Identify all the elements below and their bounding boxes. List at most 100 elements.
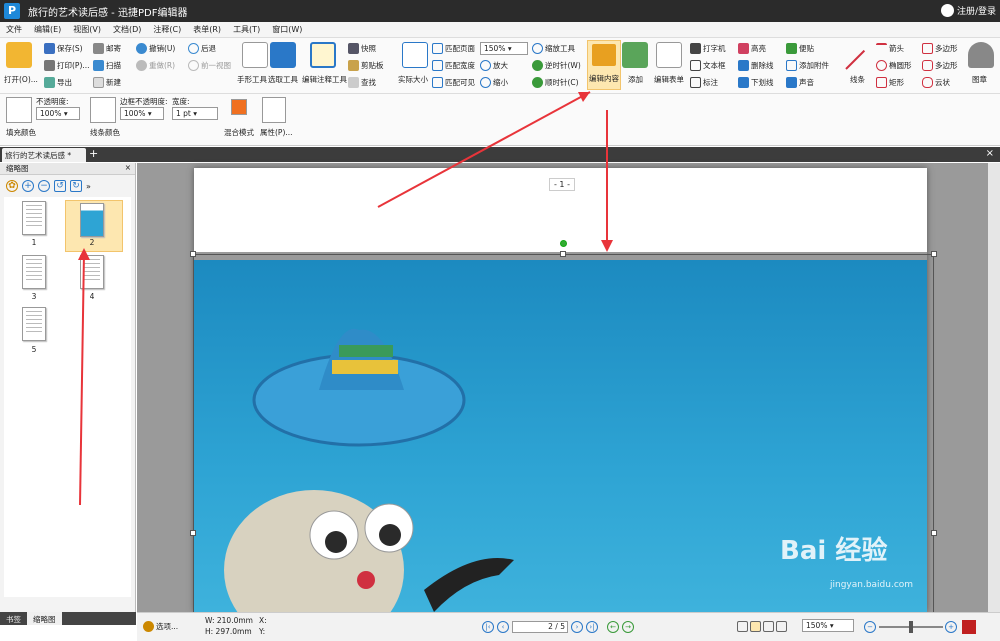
menu-edit[interactable]: 编辑(E): [28, 24, 67, 35]
open-button[interactable]: 打开(O)...: [4, 74, 38, 85]
menu-comment[interactable]: 注释(C): [147, 24, 187, 35]
zoom-slider-handle[interactable]: [909, 621, 913, 633]
forward-button[interactable]: 前一视图: [188, 60, 231, 71]
back-view-icon[interactable]: ←: [607, 621, 619, 633]
sticky-note-button[interactable]: 便贴: [786, 43, 814, 54]
blend-mode-icon[interactable]: [231, 99, 247, 115]
facing-continuous-icon[interactable]: [776, 621, 787, 632]
fill-color-button[interactable]: 填充颜色: [6, 127, 36, 138]
zoom-select[interactable]: 150% ▾: [480, 42, 528, 55]
thumbnail-page[interactable]: [22, 255, 46, 289]
fit-page-button[interactable]: 匹配页面: [432, 43, 475, 54]
forward-view-icon[interactable]: →: [622, 621, 634, 633]
prev-page-icon[interactable]: ‹: [497, 621, 509, 633]
select-tool-button[interactable]: 选取工具: [268, 74, 298, 85]
tab-bookmarks[interactable]: 书签: [0, 612, 27, 625]
strikeout-button[interactable]: 删除线: [738, 60, 774, 71]
next-page-icon[interactable]: ›: [571, 621, 583, 633]
rotate-handle[interactable]: [560, 240, 567, 247]
mail-button[interactable]: 邮寄: [93, 43, 121, 54]
properties-button[interactable]: 属性(P)...: [260, 127, 293, 138]
continuous-page-icon[interactable]: [750, 621, 761, 632]
edit-form-icon[interactable]: [656, 42, 682, 68]
redo-button[interactable]: 重做(R): [136, 60, 175, 71]
new-button[interactable]: 新建: [93, 77, 121, 88]
zoom-out-thumb-icon[interactable]: −: [38, 180, 50, 192]
thumbnail-page[interactable]: [22, 201, 46, 235]
tab-thumbnails[interactable]: 缩略图: [27, 612, 62, 625]
export-button[interactable]: 导出: [44, 77, 72, 88]
menu-file[interactable]: 文件: [0, 24, 28, 35]
close-icon[interactable]: ×: [125, 163, 131, 172]
add-button[interactable]: 添加: [628, 74, 643, 85]
resize-handle[interactable]: [931, 251, 937, 257]
thumbnail-page-selected[interactable]: [80, 203, 104, 237]
cloud-button[interactable]: 云状: [922, 77, 950, 88]
edit-annotation-button[interactable]: 编辑注释工具: [302, 74, 347, 85]
resize-handle[interactable]: [560, 251, 566, 257]
menu-tools[interactable]: 工具(T): [227, 24, 266, 35]
width-select[interactable]: 1 pt ▾: [172, 107, 218, 120]
zoom-in-button[interactable]: 放大: [480, 60, 508, 71]
find-button[interactable]: 查找: [348, 77, 376, 88]
selection-frame[interactable]: [193, 254, 934, 624]
save-button[interactable]: 保存(S): [44, 43, 83, 54]
opacity-select[interactable]: 100% ▾: [36, 107, 80, 120]
menu-window[interactable]: 窗口(W): [266, 24, 308, 35]
edit-content-button[interactable]: 编辑内容: [587, 40, 621, 90]
pdf-icon[interactable]: [962, 620, 976, 634]
rectangle-button[interactable]: 矩形: [876, 77, 904, 88]
thumbnail-page[interactable]: [80, 255, 104, 289]
blend-mode-button[interactable]: 混合模式: [224, 127, 254, 138]
zoom-tool-button[interactable]: 缩放工具: [532, 43, 575, 54]
clipboard-button[interactable]: 剪贴板: [348, 60, 384, 71]
line-icon[interactable]: [845, 49, 866, 70]
sound-button[interactable]: 声音: [786, 77, 814, 88]
scan-button[interactable]: 扫描: [93, 60, 121, 71]
fit-visible-button[interactable]: 匹配可见: [432, 77, 475, 88]
rotate-cw-button[interactable]: 顺时针(C): [532, 77, 579, 88]
login-area[interactable]: 注册/登录: [940, 4, 996, 17]
polyline-button[interactable]: 多边形: [922, 60, 958, 71]
zoom-in-thumb-icon[interactable]: +: [22, 180, 34, 192]
zoom-out-button[interactable]: 缩小: [480, 77, 508, 88]
actual-size-icon[interactable]: [402, 42, 428, 68]
resize-handle[interactable]: [931, 530, 937, 536]
typewriter-button[interactable]: 打字机: [690, 43, 726, 54]
menu-document[interactable]: 文档(D): [107, 24, 147, 35]
resize-handle[interactable]: [190, 251, 196, 257]
undo-button[interactable]: 撤销(U): [136, 43, 175, 54]
vertical-scrollbar[interactable]: [988, 163, 1000, 612]
line-color-button[interactable]: 线条颜色: [90, 127, 120, 138]
menu-form[interactable]: 表单(R): [187, 24, 227, 35]
rotate-ccw-button[interactable]: 逆时针(W): [532, 60, 581, 71]
add-tab-button[interactable]: +: [89, 148, 99, 159]
rotate-cw-thumb-icon[interactable]: ↻: [70, 180, 82, 192]
tab-document[interactable]: 旅行的艺术读后感 *: [2, 148, 86, 162]
print-button[interactable]: 打印(P)...: [44, 60, 90, 71]
thumbnail-page[interactable]: [22, 307, 46, 341]
fill-color-swatch[interactable]: [6, 97, 32, 123]
rotate-ccw-thumb-icon[interactable]: ↺: [54, 180, 66, 192]
properties-icon[interactable]: [262, 97, 286, 123]
back-button[interactable]: 后退: [188, 43, 216, 54]
zoom-level-select[interactable]: 150% ▾: [802, 619, 854, 632]
menu-view[interactable]: 视图(V): [67, 24, 107, 35]
facing-page-icon[interactable]: [763, 621, 774, 632]
edit-annotation-icon[interactable]: [310, 42, 336, 68]
close-tab-button[interactable]: ×: [986, 148, 994, 159]
ellipse-button[interactable]: 椭圆形: [876, 60, 912, 71]
actual-size-button[interactable]: 实际大小: [398, 74, 428, 85]
hand-tool-button[interactable]: 手形工具: [237, 74, 267, 85]
login-label[interactable]: 注册/登录: [957, 4, 996, 17]
resize-handle[interactable]: [190, 530, 196, 536]
options-button[interactable]: 选项...: [143, 621, 178, 632]
last-page-icon[interactable]: ›|: [586, 621, 598, 633]
select-text-icon[interactable]: [270, 42, 296, 68]
more-icon[interactable]: »: [86, 182, 91, 191]
single-page-icon[interactable]: [737, 621, 748, 632]
zoom-in-status-icon[interactable]: +: [945, 621, 957, 633]
edit-form-button[interactable]: 编辑表单: [654, 74, 684, 85]
callout-button[interactable]: 标注: [690, 77, 718, 88]
snapshot-button[interactable]: 快照: [348, 43, 376, 54]
